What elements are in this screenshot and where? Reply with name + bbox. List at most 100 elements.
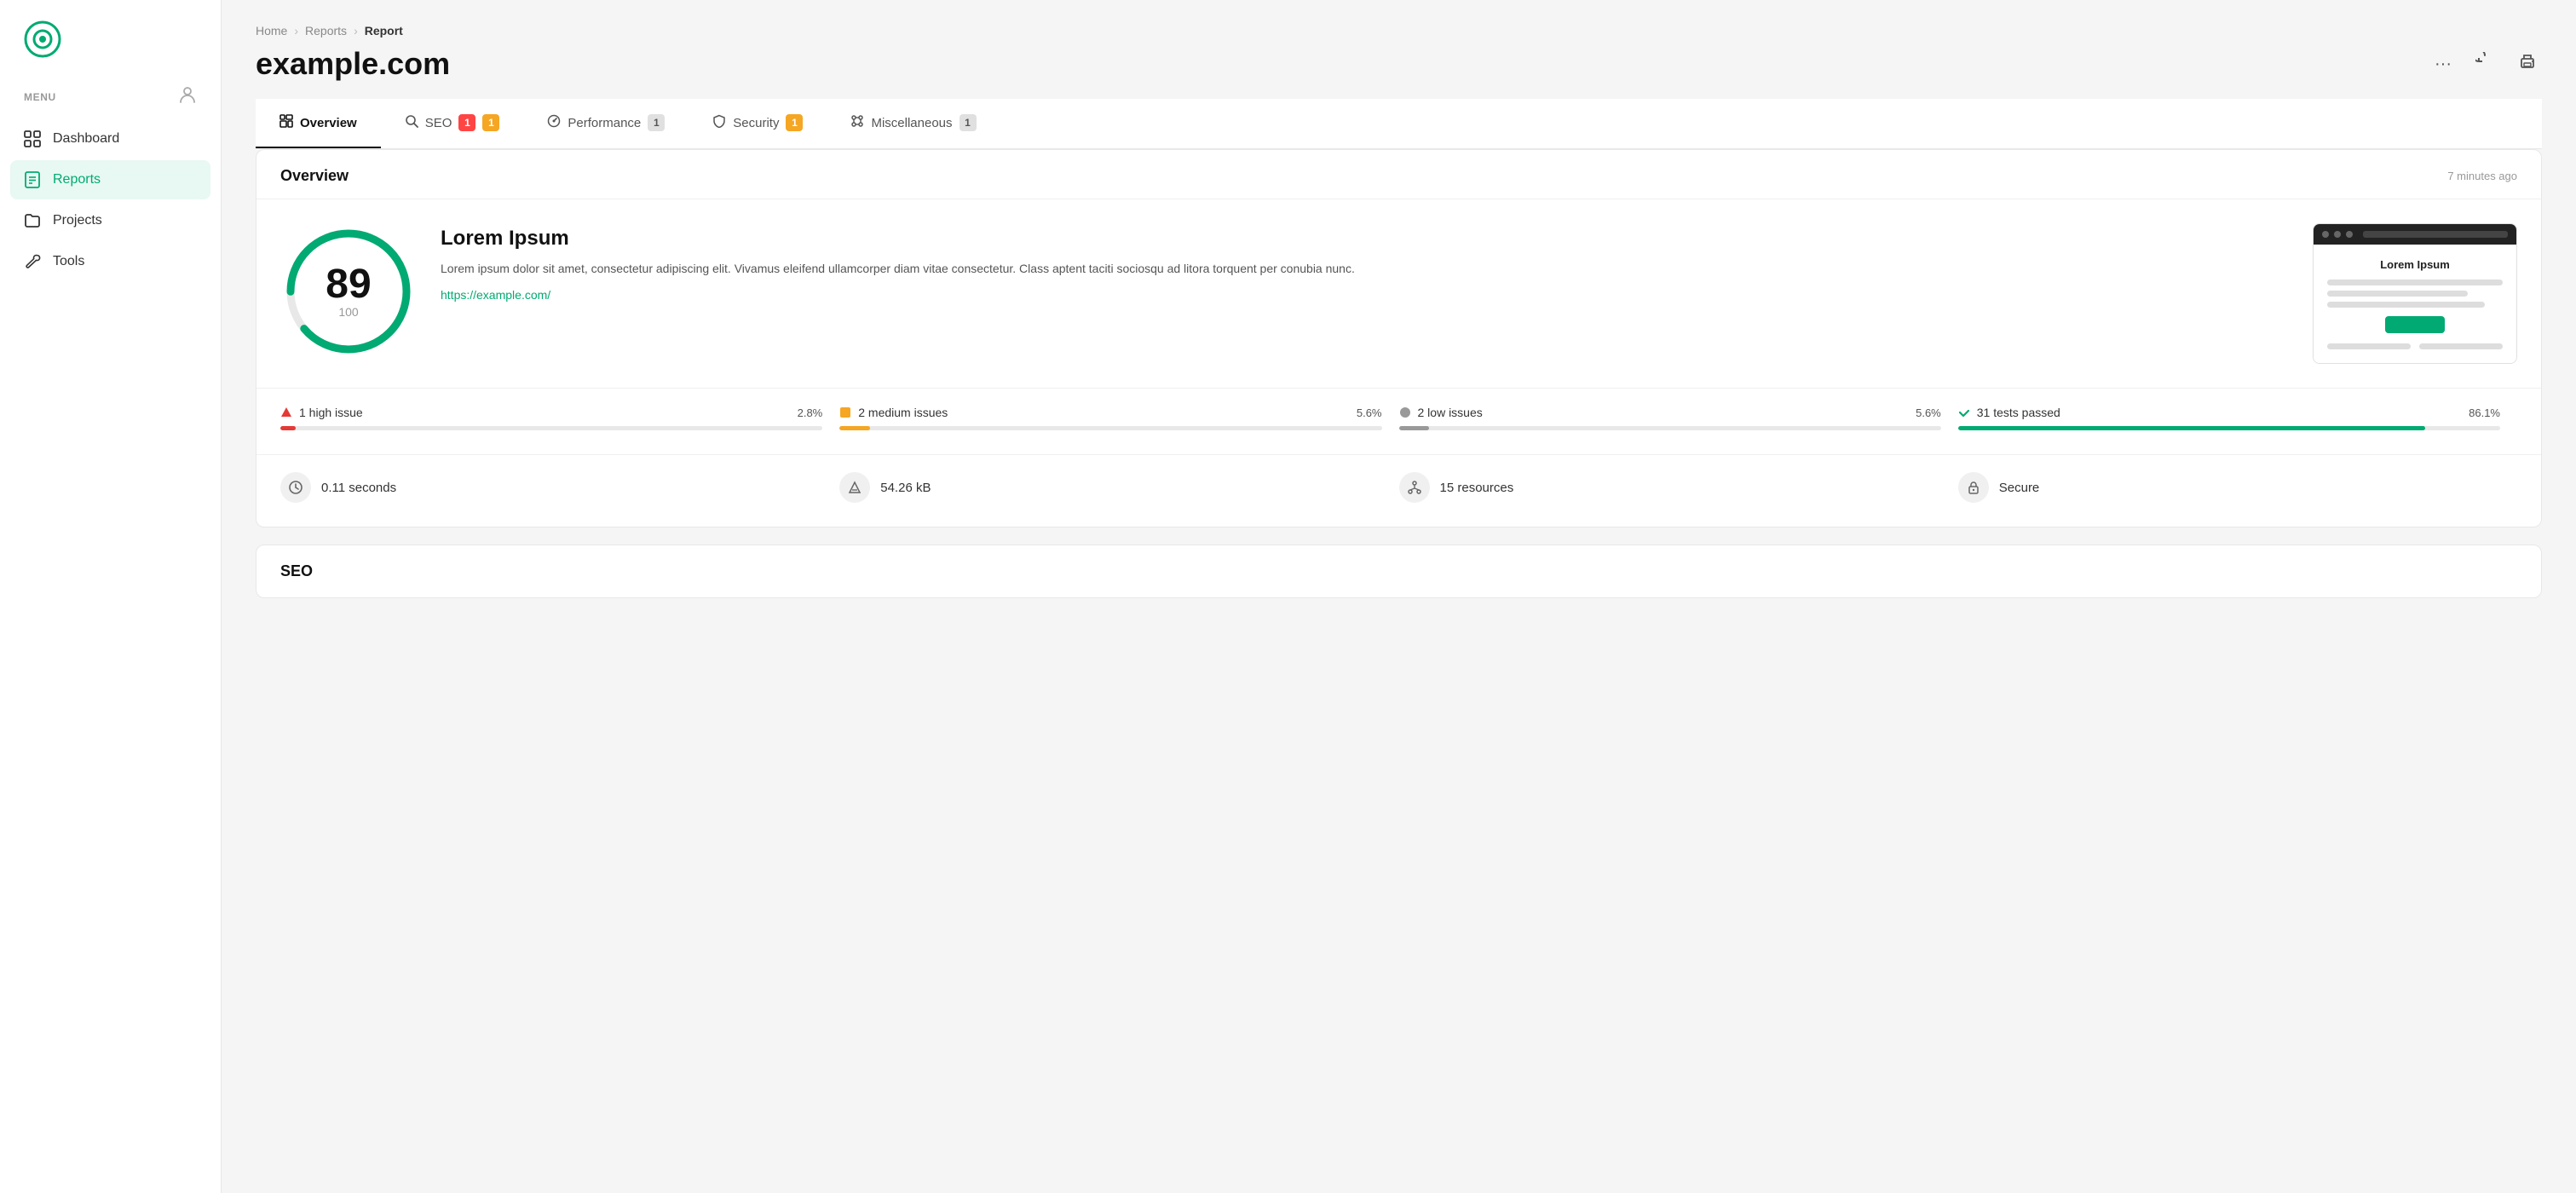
seo-section-title: SEO xyxy=(280,562,313,579)
tab-security[interactable]: Security 1 xyxy=(689,99,827,148)
seo-badge-yellow: 1 xyxy=(482,114,499,131)
overview-timestamp: 7 minutes ago xyxy=(2447,170,2517,182)
tab-performance[interactable]: Performance 1 xyxy=(523,99,689,148)
tab-overview-label: Overview xyxy=(300,116,357,130)
more-button[interactable]: ··· xyxy=(2429,49,2457,79)
seo-card: SEO xyxy=(256,545,2542,598)
stats-row: 0.11 seconds 54.26 kB xyxy=(256,454,2541,527)
tab-miscellaneous[interactable]: Miscellaneous 1 xyxy=(827,99,1000,148)
issue-medium-header: 2 medium issues 5.6% xyxy=(839,406,1381,419)
preview-footer xyxy=(2327,343,2503,349)
overview-body: 89 100 Lorem Ipsum Lorem ipsum dolor sit… xyxy=(256,199,2541,388)
browser-dot-3 xyxy=(2346,231,2353,238)
tab-seo[interactable]: SEO 1 1 xyxy=(381,99,524,148)
misc-badge: 1 xyxy=(960,114,977,131)
more-icon: ··· xyxy=(2435,55,2452,74)
stat-time: 0.11 seconds xyxy=(280,472,839,503)
stat-time-label: 0.11 seconds xyxy=(321,481,396,495)
issue-medium: 2 medium issues 5.6% xyxy=(839,406,1398,430)
resources-icon xyxy=(1399,472,1430,503)
browser-address-bar xyxy=(2363,231,2508,238)
browser-dot-2 xyxy=(2334,231,2341,238)
breadcrumb-sep-1: › xyxy=(294,24,298,37)
tab-miscellaneous-label: Miscellaneous xyxy=(871,116,952,130)
issue-low: 2 low issues 5.6% xyxy=(1399,406,1958,430)
sidebar-item-label: Reports xyxy=(53,172,101,187)
seo-section-header: SEO xyxy=(256,545,2541,597)
breadcrumb-sep-2: › xyxy=(354,24,358,37)
issues-row: 1 high issue 2.8% xyxy=(256,388,2541,454)
issue-low-pct: 5.6% xyxy=(1916,406,1941,419)
page-title-row: example.com ··· xyxy=(256,46,2542,82)
overview-section-header: Overview 7 minutes ago xyxy=(256,150,2541,199)
breadcrumb-home[interactable]: Home xyxy=(256,24,287,37)
score-circle: 89 100 xyxy=(280,223,417,360)
print-button[interactable] xyxy=(2513,47,2542,81)
sidebar-item-label: Tools xyxy=(53,254,84,269)
preview-body: Lorem Ipsum xyxy=(2314,245,2516,363)
preview-line-2 xyxy=(2327,291,2468,297)
print-icon xyxy=(2518,52,2537,76)
issue-medium-label: 2 medium issues xyxy=(839,406,948,419)
projects-icon xyxy=(24,212,41,229)
issue-high-bar xyxy=(280,426,822,430)
issue-high-fill xyxy=(280,426,296,430)
profile-icon[interactable] xyxy=(178,85,197,109)
sidebar-item-reports[interactable]: Reports xyxy=(10,160,210,199)
refresh-button[interactable] xyxy=(2470,47,2499,81)
medium-issue-icon xyxy=(839,406,851,418)
overview-description: Lorem ipsum dolor sit amet, consectetur … xyxy=(441,259,2289,278)
issue-passed-pct: 86.1% xyxy=(2469,406,2500,419)
sidebar: MENU Dashboard xyxy=(0,0,222,1193)
preview-footer-line-2 xyxy=(2419,343,2503,349)
issue-low-header: 2 low issues 5.6% xyxy=(1399,406,1941,419)
page-header: Home › Reports › Report example.com ··· xyxy=(222,0,2576,149)
reports-icon xyxy=(24,171,41,188)
stat-secure: Secure xyxy=(1958,472,2517,503)
stat-size: 54.26 kB xyxy=(839,472,1398,503)
performance-icon xyxy=(547,114,561,131)
secure-icon xyxy=(1958,472,1989,503)
menu-label-row: MENU xyxy=(0,78,221,119)
issue-passed: 31 tests passed 86.1% xyxy=(1958,406,2517,430)
time-icon xyxy=(280,472,311,503)
tab-overview[interactable]: Overview xyxy=(256,99,381,148)
issue-low-label: 2 low issues xyxy=(1399,406,1483,419)
browser-dot-1 xyxy=(2322,231,2329,238)
preview-line-3 xyxy=(2327,302,2485,308)
overview-card: Overview 7 minutes ago 89 xyxy=(256,149,2542,527)
issue-high: 1 high issue 2.8% xyxy=(280,406,839,430)
sidebar-item-dashboard[interactable]: Dashboard xyxy=(10,119,210,158)
sidebar-item-tools[interactable]: Tools xyxy=(10,242,210,281)
sidebar-nav: Dashboard Reports Projects xyxy=(0,119,221,281)
issue-passed-label: 31 tests passed xyxy=(1958,406,2060,419)
sidebar-item-label: Dashboard xyxy=(53,131,119,147)
refresh-icon xyxy=(2475,52,2494,76)
preview-browser-bar xyxy=(2314,224,2516,245)
site-preview: Lorem Ipsum xyxy=(2313,223,2517,364)
overview-url[interactable]: https://example.com/ xyxy=(441,288,550,302)
issue-low-fill xyxy=(1399,426,1430,430)
seo-badge-red: 1 xyxy=(458,114,475,131)
overview-site-title: Lorem Ipsum xyxy=(441,227,2289,251)
size-icon xyxy=(839,472,870,503)
menu-label: MENU xyxy=(24,91,56,103)
score-text: 89 100 xyxy=(326,264,371,319)
issue-passed-header: 31 tests passed 86.1% xyxy=(1958,406,2500,419)
seo-icon xyxy=(405,114,418,131)
high-issue-icon xyxy=(280,406,292,418)
preview-cta-button xyxy=(2385,316,2445,333)
page-actions: ··· xyxy=(2429,47,2542,81)
score-number: 89 xyxy=(326,264,371,305)
tabs-bar: Overview SEO 1 1 xyxy=(256,99,2542,149)
breadcrumb-reports[interactable]: Reports xyxy=(305,24,347,37)
issue-high-label: 1 high issue xyxy=(280,406,363,419)
issue-medium-pct: 5.6% xyxy=(1357,406,1382,419)
overview-section-title: Overview xyxy=(280,167,349,185)
performance-badge: 1 xyxy=(648,114,665,131)
passed-icon xyxy=(1958,406,1970,418)
sidebar-item-projects[interactable]: Projects xyxy=(10,201,210,240)
tab-seo-label: SEO xyxy=(425,116,452,130)
score-total: 100 xyxy=(326,305,371,319)
preview-title: Lorem Ipsum xyxy=(2327,258,2503,271)
